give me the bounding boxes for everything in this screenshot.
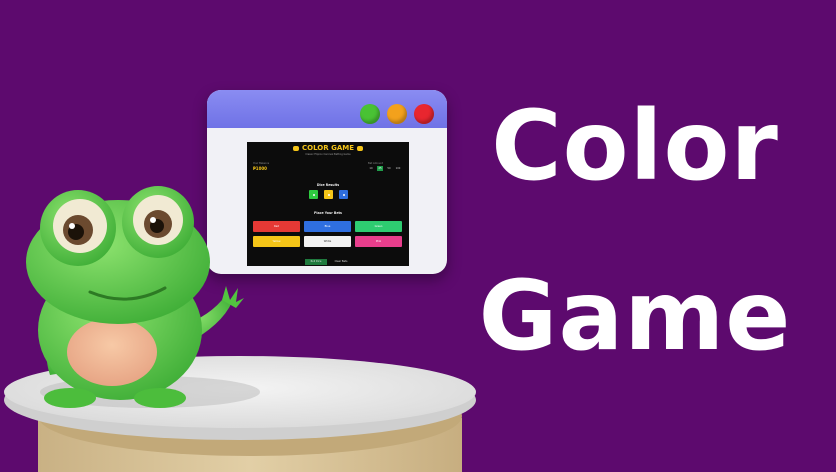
frog-mascot <box>26 186 244 408</box>
banner-scene: COLOR GAME Classic Filipino Carnival Bet… <box>0 0 836 472</box>
banner-title-line1: Color <box>491 90 779 202</box>
banner-title-line2: Game <box>478 260 792 372</box>
